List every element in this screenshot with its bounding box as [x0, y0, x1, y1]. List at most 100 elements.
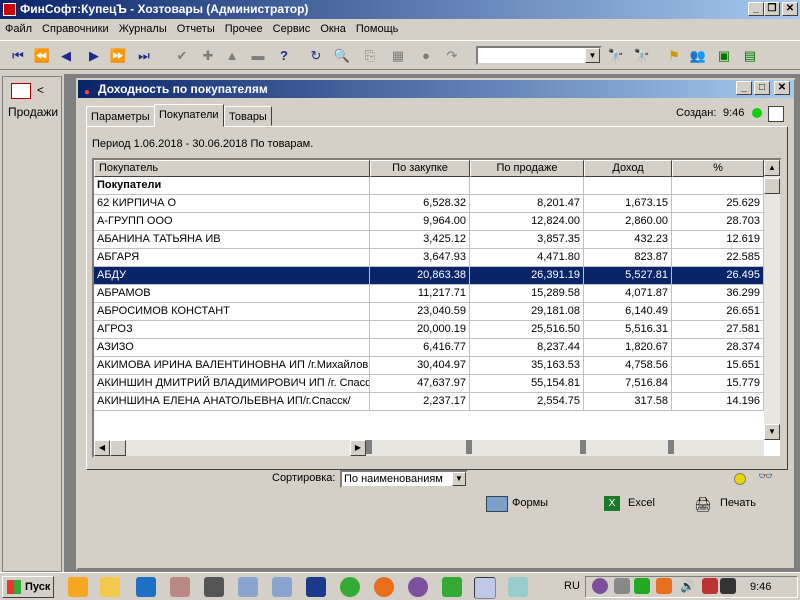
- col-header-sale[interactable]: По продаже: [470, 160, 584, 177]
- find-remove-icon[interactable]: 🔭: [632, 46, 652, 66]
- last-record-icon[interactable]: ⏭: [134, 46, 154, 66]
- report-settings-icon[interactable]: [768, 106, 784, 122]
- prev-page-icon[interactable]: ⏪: [32, 46, 52, 66]
- glasses-icon[interactable]: 👓: [758, 469, 773, 483]
- grid-vertical-scrollbar[interactable]: ▲ ▼: [764, 160, 780, 440]
- windows-icon[interactable]: ▤: [740, 46, 760, 66]
- excel-button[interactable]: X Excel: [602, 494, 672, 514]
- table-row[interactable]: АБГАРЯ 3,647.93 4,471.80 823.87 22.585: [94, 249, 764, 267]
- table-row[interactable]: АКИНШИНА ЕЛЕНА АНАТОЛЬЕВНА ИП/г.Спасск/2…: [94, 393, 764, 411]
- sales-icon[interactable]: [11, 83, 31, 99]
- table-row[interactable]: АЗИЗО 6,416.77 8,237.44 1,820.67 28.374: [94, 339, 764, 357]
- table-row[interactable]: 62 КИРПИЧА О 6,528.32 8,201.47 1,673.15 25.6…: [94, 195, 764, 213]
- window-icon[interactable]: ▣: [714, 46, 734, 66]
- folder-icon[interactable]: [100, 577, 120, 597]
- window-task-icon[interactable]: [272, 577, 292, 597]
- window-task-icon[interactable]: [238, 577, 258, 597]
- help-icon[interactable]: ?: [274, 46, 294, 66]
- tray-icon[interactable]: [614, 578, 630, 594]
- table-row[interactable]: АБРОСИМОВ КОНСТАНТ 23,040.59 29,181.08 6,14…: [94, 303, 764, 321]
- language-indicator[interactable]: RU: [564, 580, 580, 592]
- close-button[interactable]: ✕: [782, 2, 798, 16]
- forms-button[interactable]: Формы: [484, 494, 564, 514]
- volume-icon[interactable]: 🔊: [680, 579, 695, 593]
- sort-select[interactable]: По наименованиям ▼: [340, 470, 468, 488]
- first-record-icon[interactable]: ⏮: [8, 46, 28, 66]
- finsoft-icon[interactable]: [136, 577, 156, 597]
- report-close-button[interactable]: ✕: [774, 81, 790, 95]
- viber-icon[interactable]: [408, 577, 428, 597]
- viber-tray-icon[interactable]: [592, 578, 608, 594]
- table-row[interactable]: АБДУ 20,863.38 26,391.19 5,527.81 26.495: [94, 267, 764, 285]
- table-row[interactable]: АКИМОВА ИРИНА ВАЛЕНТИНОВНА ИП /г.Михайло…: [94, 357, 764, 375]
- active-task-icon[interactable]: [474, 577, 496, 599]
- filter-icon[interactable]: ⚑: [664, 46, 684, 66]
- scroll-right-icon[interactable]: ▶: [350, 440, 366, 456]
- chevron-down-icon[interactable]: ▼: [452, 472, 466, 486]
- network-icon[interactable]: [720, 578, 736, 594]
- paste-icon[interactable]: ▦: [388, 46, 408, 66]
- search-icon[interactable]: 🔍: [332, 46, 352, 66]
- doc-icon[interactable]: [170, 577, 190, 597]
- media-player-icon[interactable]: [68, 577, 88, 597]
- start-button[interactable]: Пуск: [2, 576, 54, 598]
- panel-label[interactable]: Продажи: [8, 105, 58, 119]
- menu-file[interactable]: Файл: [0, 19, 37, 39]
- next-record-icon[interactable]: ▶: [84, 46, 104, 66]
- redo-icon[interactable]: ↷: [442, 46, 462, 66]
- col-header-percent[interactable]: %: [672, 160, 764, 177]
- table-row[interactable]: АБАНИНА ТАТЬЯНА ИВ 3,425.12 3,857.35 432.23…: [94, 231, 764, 249]
- group-row[interactable]: Покупатели: [94, 177, 764, 195]
- archiver-7z-icon[interactable]: [204, 577, 224, 597]
- tray-icon[interactable]: [702, 578, 718, 594]
- table-row[interactable]: АКИНШИН ДМИТРИЙ ВЛАДИМИРОВИЧ ИП /г. Спас…: [94, 375, 764, 393]
- next-page-icon[interactable]: ⏩: [108, 46, 128, 66]
- search-combo[interactable]: ▼: [476, 46, 602, 65]
- grid-horizontal-scrollbar[interactable]: ◀ ▶: [94, 440, 764, 456]
- firefox-icon[interactable]: [374, 577, 394, 597]
- chevron-down-icon[interactable]: ▼: [585, 48, 600, 63]
- table-row[interactable]: АГРОЗ 20,000.19 25,516.50 5,516.31 27.581: [94, 321, 764, 339]
- col-header-buyer[interactable]: Покупатель: [94, 160, 370, 177]
- add-icon[interactable]: ✚: [198, 46, 218, 66]
- app-task-icon[interactable]: [442, 577, 462, 597]
- scroll-up-icon[interactable]: ▲: [764, 160, 780, 176]
- prev-record-icon[interactable]: ◀: [56, 46, 76, 66]
- tab-parameters[interactable]: Параметры: [86, 106, 155, 126]
- remove-icon[interactable]: ▬: [248, 46, 268, 66]
- menu-help[interactable]: Помощь: [351, 19, 404, 39]
- scroll-down-icon[interactable]: ▼: [764, 424, 780, 440]
- report-maximize-button[interactable]: □: [754, 81, 770, 95]
- table-row[interactable]: А-ГРУПП ООО 9,964.00 12,824.00 2,860.00 28.7…: [94, 213, 764, 231]
- menu-references[interactable]: Справочники: [37, 19, 114, 39]
- chrome-icon[interactable]: [340, 577, 360, 597]
- col-header-purchase[interactable]: По закупке: [370, 160, 470, 177]
- app-task-icon[interactable]: [508, 577, 528, 597]
- col-header-income[interactable]: Доход: [584, 160, 672, 177]
- menu-windows[interactable]: Окна: [315, 19, 351, 39]
- tab-goods[interactable]: Товары: [224, 106, 272, 126]
- report-minimize-button[interactable]: _: [736, 81, 752, 95]
- menu-journals[interactable]: Журналы: [114, 19, 172, 39]
- menu-other[interactable]: Прочее: [220, 19, 268, 39]
- scroll-thumb[interactable]: [764, 178, 780, 194]
- table-row[interactable]: АБРАМОВ 11,217.71 15,289.58 4,071.87 36.299: [94, 285, 764, 303]
- stop-icon[interactable]: ●: [416, 46, 436, 66]
- tray-icon[interactable]: [656, 578, 672, 594]
- find-add-icon[interactable]: 🔭: [606, 46, 626, 66]
- tab-buyers[interactable]: Покупатели: [154, 104, 224, 127]
- users-icon[interactable]: 👥: [688, 46, 708, 66]
- menu-service[interactable]: Сервис: [268, 19, 316, 39]
- check-icon[interactable]: ✔: [172, 46, 192, 66]
- collapse-button[interactable]: <: [37, 83, 44, 97]
- scroll-left-icon[interactable]: ◀: [94, 440, 110, 456]
- menu-reports[interactable]: Отчеты: [172, 19, 220, 39]
- maximize-button[interactable]: ❐: [764, 2, 780, 16]
- tray-icon[interactable]: [634, 578, 650, 594]
- app-task-icon[interactable]: [306, 577, 326, 597]
- minimize-button[interactable]: _: [748, 2, 764, 16]
- copy-icon[interactable]: ⎘: [360, 46, 380, 66]
- print-button[interactable]: 🖨 Печать: [692, 494, 772, 514]
- hscroll-thumb[interactable]: [110, 440, 126, 456]
- refresh-icon[interactable]: ↻: [306, 46, 326, 66]
